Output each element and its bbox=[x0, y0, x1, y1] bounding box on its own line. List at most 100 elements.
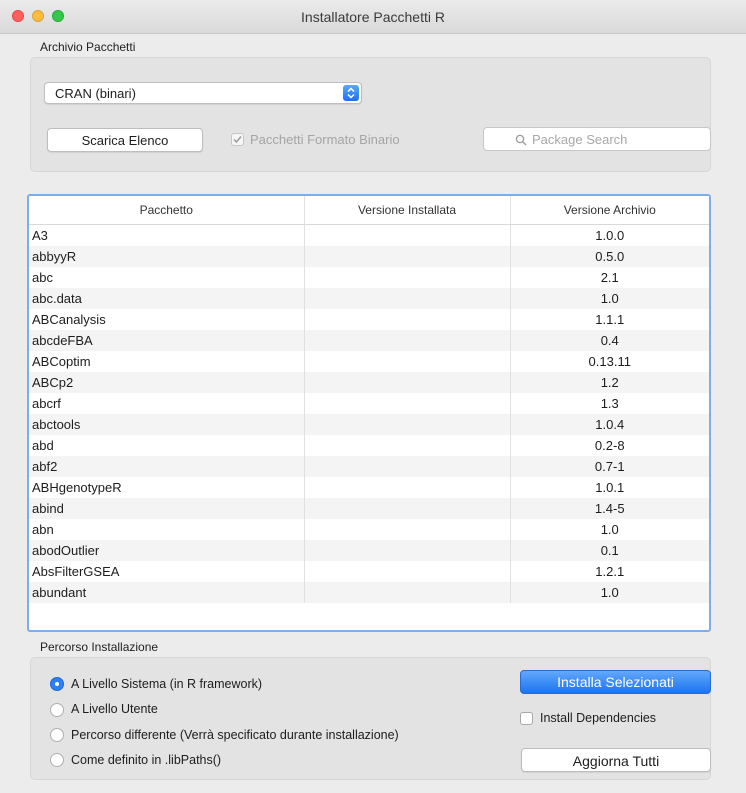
installed-version-cell bbox=[304, 371, 511, 393]
installed-version-cell bbox=[304, 539, 511, 561]
radio-different-path-label: Percorso differente (Verrà specificato d… bbox=[71, 728, 399, 742]
installed-version-cell bbox=[304, 392, 511, 414]
package-name-cell: abcdeFBA bbox=[29, 329, 305, 351]
radio-libpaths[interactable] bbox=[50, 753, 64, 767]
table-row[interactable]: abundant 1.0 bbox=[29, 581, 709, 603]
update-all-button[interactable]: Aggiorna Tutti bbox=[521, 748, 711, 772]
column-header-package[interactable]: Pacchetto bbox=[29, 196, 305, 225]
package-name-cell: abcrf bbox=[29, 392, 305, 414]
table-row[interactable]: AbsFilterGSEA 1.2.1 bbox=[29, 560, 709, 582]
radio-system-level[interactable] bbox=[50, 677, 64, 691]
archive-version-cell: 1.0 bbox=[510, 581, 709, 603]
package-name-cell: ABCoptim bbox=[29, 350, 305, 372]
table-row[interactable]: A3 1.0.0 bbox=[29, 224, 709, 246]
package-name-cell: abctools bbox=[29, 413, 305, 435]
installed-version-cell bbox=[304, 497, 511, 519]
table-row[interactable]: abn 1.0 bbox=[29, 518, 709, 540]
archive-version-cell: 1.3 bbox=[600, 395, 619, 411]
checkmark-icon bbox=[233, 136, 242, 144]
archive-version-cell: 1.4-5 bbox=[510, 497, 709, 519]
table-row[interactable]: ABCp2 1.2 bbox=[29, 371, 709, 393]
repository-value: CRAN (binari) bbox=[55, 86, 136, 101]
archive-version-cell: 1.0.0 bbox=[595, 227, 625, 243]
installed-version-cell bbox=[304, 413, 511, 435]
table-header-row: Pacchetto Versione Installata Versione A… bbox=[29, 196, 709, 225]
archive-version-cell: 1.2.1 bbox=[595, 563, 625, 579]
table-row[interactable]: abcrf 1.3 bbox=[29, 392, 709, 414]
radio-user-level[interactable] bbox=[50, 703, 64, 717]
installed-version-cell bbox=[304, 476, 511, 498]
archive-version-cell: 0.4 bbox=[510, 329, 709, 351]
archive-group bbox=[30, 57, 711, 172]
binary-format-checkbox[interactable] bbox=[231, 133, 244, 146]
archive-version-cell: 1.2 bbox=[510, 371, 709, 393]
package-installer-window: Installatore Pacchetti R Archivio Pacche… bbox=[0, 0, 746, 793]
table-row[interactable]: abind 1.4-5 bbox=[29, 497, 709, 519]
update-all-label: Aggiorna Tutti bbox=[572, 753, 660, 769]
package-name-cell: A3 bbox=[29, 224, 305, 246]
search-icon bbox=[515, 134, 527, 146]
archive-version-cell: 1.0.1 bbox=[595, 479, 625, 495]
archive-version-cell: 1.1.1 bbox=[595, 311, 625, 327]
download-list-label: Scarica Elenco bbox=[81, 133, 169, 148]
archive-version-cell: 0.1 bbox=[510, 539, 709, 561]
table-row[interactable]: abbyyR 0.5.0 bbox=[29, 245, 709, 267]
archive-version-cell: 1.0.4 bbox=[510, 413, 709, 435]
column-header-installed-version[interactable]: Versione Installata bbox=[304, 196, 511, 225]
table-row[interactable]: abctools 1.0.4 bbox=[29, 413, 709, 435]
package-name-cell: abc bbox=[29, 266, 305, 288]
package-search-placeholder: Package Search bbox=[532, 132, 628, 147]
table-row[interactable]: abodOutlier 0.1 bbox=[29, 539, 709, 561]
install-section-label: Percorso Installazione bbox=[40, 640, 159, 654]
radio-different-path[interactable] bbox=[50, 728, 64, 742]
binary-format-label: Pacchetti Formato Binario bbox=[250, 132, 400, 147]
archive-version-cell: 0.13.11 bbox=[588, 353, 631, 369]
archive-version-cell: 1.0 bbox=[600, 521, 619, 537]
package-name-cell: abd bbox=[29, 434, 305, 456]
installed-version-cell bbox=[304, 329, 511, 351]
packages-table[interactable]: Pacchetto Versione Installata Versione A… bbox=[27, 194, 711, 632]
package-name-cell: ABHgenotypeR bbox=[29, 476, 305, 498]
archive-version-cell: 0.2-8 bbox=[594, 437, 625, 453]
archive-version-cell: 1.0 bbox=[510, 287, 709, 309]
install-dependencies-label: Install Dependencies bbox=[540, 711, 657, 725]
install-selected-label: Installa Selezionati bbox=[557, 674, 674, 690]
chevron-updown-icon bbox=[343, 85, 359, 101]
install-selected-button[interactable]: Installa Selezionati bbox=[520, 670, 711, 694]
radio-system-level-label: A Livello Sistema (in R framework) bbox=[71, 677, 263, 691]
table-row[interactable]: ABHgenotypeR 1.0.1 bbox=[29, 476, 709, 498]
title-bar[interactable]: Installatore Pacchetti R bbox=[0, 0, 746, 34]
install-dependencies-checkbox[interactable] bbox=[520, 712, 533, 725]
repository-select[interactable]: CRAN (binari) bbox=[44, 82, 362, 104]
installed-version-cell bbox=[304, 455, 511, 477]
installed-version-cell bbox=[304, 224, 511, 246]
column-header-archive-version[interactable]: Versione Archivio bbox=[510, 196, 709, 225]
radio-user-level-label: A Livello Utente bbox=[71, 702, 158, 716]
window-title: Installatore Pacchetti R bbox=[301, 9, 445, 25]
installed-version-cell bbox=[304, 518, 511, 540]
package-name-cell: abf2 bbox=[29, 455, 305, 477]
archive-version-cell: 0.5.0 bbox=[510, 245, 709, 267]
download-list-button[interactable]: Scarica Elenco bbox=[47, 128, 203, 152]
package-name-cell: abodOutlier bbox=[29, 539, 305, 561]
table-row[interactable]: abc.data 1.0 bbox=[29, 287, 709, 309]
table-row[interactable]: ABCanalysis 1.1.1 bbox=[29, 308, 709, 330]
archive-version-cell: 2.1 bbox=[600, 269, 619, 285]
package-name-cell: ABCanalysis bbox=[29, 308, 305, 330]
table-row[interactable]: ABCoptim 0.13.11 bbox=[29, 350, 709, 372]
package-name-cell: AbsFilterGSEA bbox=[29, 560, 305, 582]
installed-version-cell bbox=[304, 308, 511, 330]
archive-version-cell: 0.7-1 bbox=[510, 455, 709, 477]
table-row[interactable]: abcdeFBA 0.4 bbox=[29, 329, 709, 351]
installed-version-cell bbox=[304, 266, 511, 288]
package-name-cell: abn bbox=[29, 518, 305, 540]
table-row[interactable]: abf2 0.7-1 bbox=[29, 455, 709, 477]
installed-version-cell bbox=[304, 581, 511, 603]
package-name-cell: abbyyR bbox=[29, 245, 305, 267]
installed-version-cell bbox=[304, 434, 511, 456]
installed-version-cell bbox=[304, 560, 511, 582]
table-row[interactable]: abd 0.2-8 bbox=[29, 434, 709, 456]
table-row[interactable]: abc 2.1 bbox=[29, 266, 709, 288]
package-search-input[interactable]: Package Search bbox=[483, 127, 711, 151]
package-name-cell: abundant bbox=[29, 581, 305, 603]
